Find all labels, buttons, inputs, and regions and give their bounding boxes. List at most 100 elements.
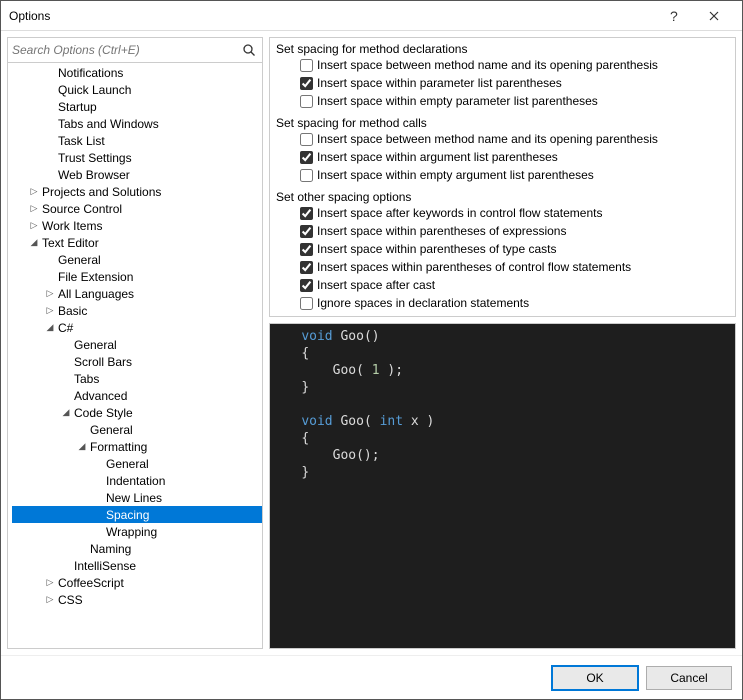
expand-icon[interactable]: ▷ (44, 288, 56, 299)
option-row[interactable]: Insert space within parameter list paren… (300, 74, 735, 92)
expand-icon[interactable]: ▷ (28, 186, 40, 197)
tree-item[interactable]: Wrapping (12, 523, 262, 540)
tree-item[interactable]: Trust Settings (12, 149, 262, 166)
option-label: Ignore spaces in declaration statements (317, 296, 529, 310)
code-line: void Goo() (270, 328, 735, 345)
ok-button[interactable]: OK (552, 666, 638, 690)
option-checkbox[interactable] (300, 169, 313, 182)
tree-item-label: Notifications (56, 66, 123, 80)
option-checkbox[interactable] (300, 207, 313, 220)
cancel-button[interactable]: Cancel (646, 666, 732, 690)
tree-item[interactable]: ◢Formatting (12, 438, 262, 455)
tree-item[interactable]: Scroll Bars (12, 353, 262, 370)
code-line (270, 396, 735, 413)
tree-item[interactable]: ▷Projects and Solutions (12, 183, 262, 200)
option-label: Insert spaces within parentheses of cont… (317, 260, 631, 274)
tree-item[interactable]: Startup (12, 98, 262, 115)
option-checkbox[interactable] (300, 243, 313, 256)
option-checkbox[interactable] (300, 151, 313, 164)
tree-item[interactable]: Tabs (12, 370, 262, 387)
option-label: Insert space within argument list parent… (317, 150, 558, 164)
tree-item[interactable]: Spacing (12, 506, 262, 523)
option-checkbox[interactable] (300, 297, 313, 310)
option-group-header: Set spacing for method declarations (276, 42, 735, 56)
code-preview: void Goo() { Goo( 1 ); } void Goo( int x… (269, 323, 736, 649)
option-checkbox[interactable] (300, 279, 313, 292)
option-checkbox[interactable] (300, 225, 313, 238)
collapse-icon[interactable]: ◢ (60, 407, 72, 418)
code-line: } (270, 379, 735, 396)
expand-icon[interactable]: ▷ (44, 577, 56, 588)
option-checkbox[interactable] (300, 133, 313, 146)
tree-item[interactable]: Web Browser (12, 166, 262, 183)
tree-item[interactable]: General (12, 421, 262, 438)
option-row[interactable]: Ignore spaces in declaration statements (300, 294, 735, 312)
expand-icon[interactable]: ▷ (44, 305, 56, 316)
option-row[interactable]: Insert space after cast (300, 276, 735, 294)
search-input[interactable] (12, 40, 240, 60)
tree-item-label: Formatting (88, 440, 147, 454)
code-line: { (270, 430, 735, 447)
tree-item[interactable]: ◢Text Editor (12, 234, 262, 251)
tree-item-label: Tabs (72, 372, 99, 386)
tree-item[interactable]: ▷Basic (12, 302, 262, 319)
tree-item[interactable]: Indentation (12, 472, 262, 489)
option-checkbox[interactable] (300, 59, 313, 72)
code-line: { (270, 345, 735, 362)
tree-item[interactable]: ▷Source Control (12, 200, 262, 217)
tree-item[interactable]: File Extension (12, 268, 262, 285)
collapse-icon[interactable]: ◢ (28, 237, 40, 248)
tree-item[interactable]: ▷CSS (12, 591, 262, 608)
tree-item-label: Trust Settings (56, 151, 132, 165)
tree-item[interactable]: Task List (12, 132, 262, 149)
options-tree[interactable]: NotificationsQuick LaunchStartupTabs and… (8, 63, 262, 648)
option-row[interactable]: Insert space within argument list parent… (300, 148, 735, 166)
option-row[interactable]: Insert spaces within parentheses of cont… (300, 258, 735, 276)
expand-icon[interactable]: ▷ (44, 594, 56, 605)
tree-item[interactable]: General (12, 336, 262, 353)
option-row[interactable]: Insert space within parentheses of type … (300, 240, 735, 258)
tree-item[interactable]: New Lines (12, 489, 262, 506)
option-row[interactable]: Insert space between method name and its… (300, 56, 735, 74)
option-label: Insert space within empty argument list … (317, 168, 594, 182)
tree-item[interactable]: Quick Launch (12, 81, 262, 98)
option-row[interactable]: Insert space within empty argument list … (300, 166, 735, 184)
option-checkbox[interactable] (300, 77, 313, 90)
option-checkbox[interactable] (300, 261, 313, 274)
option-label: Insert space between method name and its… (317, 132, 658, 146)
tree-item[interactable]: Tabs and Windows (12, 115, 262, 132)
tree-item[interactable]: IntelliSense (12, 557, 262, 574)
help-button[interactable]: ? (654, 1, 694, 31)
option-row[interactable]: Insert space between method name and its… (300, 130, 735, 148)
close-button[interactable] (694, 1, 734, 31)
tree-item[interactable]: Naming (12, 540, 262, 557)
tree-item-label: Source Control (40, 202, 122, 216)
right-panel: Set spacing for method declarationsInser… (269, 37, 736, 649)
tree-item[interactable]: ◢Code Style (12, 404, 262, 421)
option-row[interactable]: Insert space within empty parameter list… (300, 92, 735, 110)
collapse-icon[interactable]: ◢ (76, 441, 88, 452)
collapse-icon[interactable]: ◢ (44, 322, 56, 333)
option-row[interactable]: Insert space after keywords in control f… (300, 204, 735, 222)
expand-icon[interactable]: ▷ (28, 203, 40, 214)
tree-item-label: New Lines (104, 491, 162, 505)
tree-item-label: Scroll Bars (72, 355, 132, 369)
tree-item[interactable]: ▷All Languages (12, 285, 262, 302)
tree-item[interactable]: General (12, 455, 262, 472)
tree-item[interactable]: Notifications (12, 64, 262, 81)
option-row[interactable]: Insert space within parentheses of expre… (300, 222, 735, 240)
dialog-buttons: OK Cancel (1, 655, 742, 699)
left-panel: NotificationsQuick LaunchStartupTabs and… (7, 37, 263, 649)
tree-item[interactable]: ▷CoffeeScript (12, 574, 262, 591)
tree-item-label: General (88, 423, 133, 437)
tree-item[interactable]: General (12, 251, 262, 268)
expand-icon[interactable]: ▷ (28, 220, 40, 231)
option-label: Insert space within parentheses of expre… (317, 224, 566, 238)
tree-item[interactable]: ▷Work Items (12, 217, 262, 234)
search-icon[interactable] (240, 43, 258, 57)
option-label: Insert space within parentheses of type … (317, 242, 556, 256)
tree-item[interactable]: ◢C# (12, 319, 262, 336)
tree-item[interactable]: Advanced (12, 387, 262, 404)
option-checkbox[interactable] (300, 95, 313, 108)
code-line: void Goo( int x ) (270, 413, 735, 430)
